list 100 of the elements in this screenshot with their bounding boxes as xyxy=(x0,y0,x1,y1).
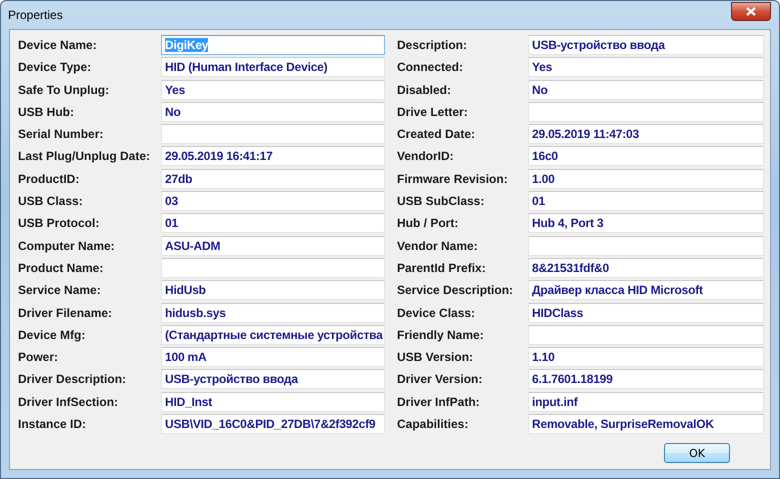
value-field[interactable]: 8&21531fdf&0 xyxy=(528,258,764,278)
field-label: Hub / Port: xyxy=(397,216,460,230)
close-button[interactable] xyxy=(731,2,771,20)
field-label: Capabilities: xyxy=(397,417,470,432)
field-label: USB Class: xyxy=(18,194,84,208)
value-text: input.inf xyxy=(532,394,578,409)
field-label: Device Name: xyxy=(18,38,98,52)
field-label: Driver InfPath: xyxy=(397,394,481,409)
value-field[interactable]: Removable, SurpriseRemovalOK xyxy=(528,414,764,434)
value-field[interactable] xyxy=(528,236,764,256)
field-label: Description: xyxy=(397,38,468,52)
value-text: ASU-ADM xyxy=(165,238,220,253)
value-field[interactable]: (Стандартные системные устройства xyxy=(161,324,385,345)
value-text: Removable, SurpriseRemovalOK xyxy=(532,417,714,432)
value-text: 1.10 xyxy=(532,350,555,364)
value-text: Yes xyxy=(165,82,186,97)
value-text: 01 xyxy=(165,216,178,230)
value-field[interactable]: 27db xyxy=(161,168,385,189)
value-text: 01 xyxy=(532,194,545,208)
value-field[interactable]: USB\VID_16C0&PID_27DB\7&2f392cf9 xyxy=(161,414,385,434)
field-label: Instance ID: xyxy=(18,417,88,432)
ok-button[interactable]: OK xyxy=(664,443,730,464)
value-text: Yes xyxy=(532,60,552,74)
value-text: 1.00 xyxy=(532,172,555,186)
value-text: 16c0 xyxy=(532,149,558,164)
field-label: Vendor Name: xyxy=(397,238,479,253)
field-label: Device Class: xyxy=(397,306,476,320)
field-label: Driver Version: xyxy=(397,372,484,386)
value-text: USB\VID_16C0&PID_27DB\7&2f392cf9 xyxy=(165,417,376,432)
value-field[interactable]: HID_Inst xyxy=(161,392,385,412)
field-label: Firmware Revision: xyxy=(397,172,509,186)
value-field[interactable]: hidusb.sys xyxy=(161,302,385,323)
field-label: Device Type: xyxy=(18,60,92,74)
value-field[interactable]: Hub 4, Port 3 xyxy=(528,213,764,234)
value-field[interactable]: No xyxy=(528,80,764,100)
value-field[interactable]: 29.05.2019 16:41:17 xyxy=(161,146,385,166)
value-text: HidUsb xyxy=(165,283,206,298)
field-label: Disabled: xyxy=(397,82,452,97)
value-text: USB-устройство ввода xyxy=(532,38,665,52)
value-field[interactable]: HIDClass xyxy=(528,302,764,323)
field-label: Friendly Name: xyxy=(397,328,485,342)
value-field[interactable] xyxy=(161,258,385,278)
value-field[interactable]: USB-устройство ввода xyxy=(161,369,385,390)
field-label: Connected: xyxy=(397,60,464,74)
field-label: Power: xyxy=(18,350,60,364)
value-text: hidusb.sys xyxy=(165,306,226,320)
field-label: Service Name: xyxy=(18,283,102,298)
value-text: 100 mA xyxy=(165,350,206,364)
value-field[interactable]: HID (Human Interface Device) xyxy=(161,57,385,78)
window-title: Properties xyxy=(8,8,63,22)
value-field[interactable]: Yes xyxy=(161,80,385,100)
value-field[interactable]: Yes xyxy=(528,57,764,78)
field-label: USB SubClass: xyxy=(397,194,486,208)
field-label: Drive Letter: xyxy=(397,104,469,119)
field-label: ProductID: xyxy=(18,172,80,186)
field-label: Driver Description: xyxy=(18,372,128,386)
value-text: HID_Inst xyxy=(165,394,212,409)
field-label: USB Protocol: xyxy=(18,216,100,230)
value-field[interactable]: input.inf xyxy=(528,392,764,412)
field-label: Last Plug/Unplug Date: xyxy=(18,149,151,164)
value-field[interactable]: Драйвер класса HID Microsoft xyxy=(528,280,764,300)
value-field[interactable] xyxy=(161,124,385,144)
value-field[interactable] xyxy=(528,324,764,345)
value-field[interactable]: 03 xyxy=(161,191,385,212)
field-label: VendorID: xyxy=(397,149,455,164)
value-text: Hub 4, Port 3 xyxy=(532,216,604,230)
field-label: Computer Name: xyxy=(18,238,116,253)
value-field[interactable]: 1.00 xyxy=(528,168,764,189)
value-field[interactable]: No xyxy=(161,102,385,122)
value-field[interactable]: 01 xyxy=(528,191,764,212)
field-label: Driver Filename: xyxy=(18,306,114,320)
field-label: Device Mfg: xyxy=(18,328,86,342)
value-text: No xyxy=(532,82,548,97)
value-text: No xyxy=(165,104,181,119)
field-label: Driver InfSection: xyxy=(18,394,120,409)
field-label: Product Name: xyxy=(18,260,104,275)
value-text: 29.05.2019 16:41:17 xyxy=(165,149,273,164)
value-text: 27db xyxy=(165,172,192,186)
value-text: (Стандартные системные устройства xyxy=(165,328,383,342)
value-text: 03 xyxy=(165,194,178,208)
field-label: USB Hub: xyxy=(18,104,75,119)
value-text: 29.05.2019 11:47:03 xyxy=(532,127,639,142)
field-label: Safe To Unplug: xyxy=(18,82,110,97)
value-field[interactable]: 6.1.7601.18199 xyxy=(528,369,764,390)
field-label: USB Version: xyxy=(397,350,474,364)
value-field[interactable]: USB-устройство ввода xyxy=(528,35,764,55)
value-field[interactable]: 01 xyxy=(161,213,385,234)
field-label: Service Description: xyxy=(397,283,514,298)
value-field[interactable]: ASU-ADM xyxy=(161,236,385,256)
value-field[interactable]: HidUsb xyxy=(161,280,385,300)
value-text: USB-устройство ввода xyxy=(165,372,298,386)
value-text: 8&21531fdf&0 xyxy=(532,260,609,275)
value-text: Драйвер класса HID Microsoft xyxy=(532,283,703,298)
value-field[interactable]: 29.05.2019 11:47:03 xyxy=(528,124,764,144)
value-field[interactable]: 1.10 xyxy=(528,347,764,368)
value-field[interactable]: 16c0 xyxy=(528,146,764,166)
value-field[interactable] xyxy=(528,102,764,122)
field-label: Serial Number: xyxy=(18,127,104,142)
value-field[interactable]: 100 mA xyxy=(161,347,385,368)
field-label: ParentId Prefix: xyxy=(397,260,487,275)
